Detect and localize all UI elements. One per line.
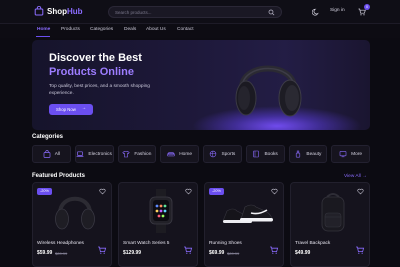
- view-all-label: View All: [344, 174, 361, 179]
- product-card[interactable]: Travel Backpack $49.99: [290, 182, 370, 267]
- shop-now-button[interactable]: Shop Now →: [49, 104, 93, 115]
- logo-text-part2: Hub: [67, 6, 83, 16]
- arrow-right-icon: →: [362, 174, 367, 179]
- category-label: Books: [264, 151, 278, 157]
- nav-item-categories[interactable]: Categories: [90, 27, 113, 32]
- product-old-price: $89.99: [55, 250, 68, 256]
- cart-count-badge: 0: [364, 4, 370, 10]
- logo[interactable]: ShopHub: [34, 6, 83, 16]
- category-list: All Electronics Fashion Home Sports Book…: [32, 145, 370, 163]
- category-all[interactable]: All: [32, 145, 71, 163]
- nav-item-home[interactable]: Home: [37, 27, 50, 32]
- product-name: Smart Watch Series 5: [123, 241, 170, 246]
- nav-item-products[interactable]: Products: [61, 27, 80, 32]
- grid-icon: [339, 151, 347, 158]
- nav-item-contact[interactable]: Contact: [177, 27, 194, 32]
- add-to-cart-icon[interactable]: [269, 245, 279, 255]
- add-to-cart-icon[interactable]: [183, 245, 193, 255]
- category-more[interactable]: More: [331, 145, 370, 163]
- product-price: $59.99: [37, 250, 53, 256]
- hero-banner: Discover the Best Products Online Top qu…: [32, 40, 370, 130]
- product-grid: -20% Wireless Headphones $59.99 $89.99 S…: [32, 182, 370, 267]
- product-name: Wireless Headphones: [37, 241, 84, 246]
- bag-icon: [43, 150, 51, 158]
- sofa-icon: [167, 152, 175, 157]
- nav-item-deals[interactable]: Deals: [124, 27, 136, 32]
- shirt-icon: [122, 150, 130, 158]
- product-price: $129.99: [123, 250, 142, 256]
- add-to-cart-icon[interactable]: [355, 245, 365, 255]
- shop-now-label: Shop Now: [56, 107, 76, 112]
- running-shoes-image: [222, 204, 273, 223]
- category-home[interactable]: Home: [160, 145, 199, 163]
- view-all-link[interactable]: View All →: [344, 174, 367, 179]
- add-to-cart-icon[interactable]: [97, 245, 107, 255]
- category-beauty[interactable]: Beauty: [288, 145, 328, 163]
- category-label: Electronics: [88, 151, 112, 157]
- search-bar: [108, 6, 282, 18]
- laptop-icon: [76, 151, 84, 157]
- headphones-image: [235, 65, 302, 117]
- category-label: Beauty: [306, 151, 322, 157]
- hero-title-line1: Discover the Best: [49, 52, 142, 64]
- hero-title-line2: Products Online: [49, 66, 134, 78]
- product-name: Travel Backpack: [295, 241, 331, 246]
- bottle-icon: [296, 150, 301, 158]
- product-old-price: $89.99: [227, 250, 240, 256]
- arrow-right-icon: →: [81, 105, 86, 110]
- ball-icon: [210, 150, 217, 158]
- nav-item-about-us[interactable]: About Us: [146, 27, 166, 32]
- nav-active-indicator: [36, 36, 50, 37]
- category-label: More: [351, 151, 363, 157]
- category-sports[interactable]: Sports: [203, 145, 242, 163]
- product-card[interactable]: -20% Wireless Headphones $59.99 $89.99: [32, 182, 112, 267]
- main-nav: Home Products Categories Deals About Us …: [0, 24, 400, 38]
- category-label: Sports: [221, 151, 236, 157]
- top-header: ShopHub Sign in 0: [0, 0, 400, 24]
- backpack-image: [321, 193, 345, 232]
- headphones-image: [55, 196, 95, 230]
- search-input[interactable]: [115, 8, 265, 17]
- product-name: Running Shoes: [209, 241, 242, 246]
- category-books[interactable]: Books: [245, 145, 285, 163]
- sign-in-link[interactable]: Sign in: [330, 8, 345, 13]
- smartwatch-image: [149, 189, 173, 233]
- category-label: Home: [179, 151, 193, 157]
- categories-title: Categories: [32, 134, 64, 140]
- hero-subtitle: Top quality, best prices, and a smooth s…: [49, 84, 150, 96]
- product-price: $69.99: [209, 250, 225, 256]
- logo-text-part1: Shop: [47, 6, 67, 16]
- book-icon: [253, 150, 260, 158]
- category-label: All: [54, 151, 61, 157]
- product-card[interactable]: -20% Running Shoes $69.99 $89.99: [204, 182, 284, 267]
- category-electronics[interactable]: Electronics: [74, 145, 114, 163]
- featured-title: Featured Products: [32, 173, 86, 179]
- category-fashion[interactable]: Fashion: [117, 145, 157, 163]
- moon-icon[interactable]: [312, 8, 320, 16]
- search-icon[interactable]: [268, 9, 275, 16]
- logo-text: ShopHub: [47, 7, 83, 16]
- product-card[interactable]: Smart Watch Series 5 $129.99: [118, 182, 198, 267]
- bag-icon: [34, 6, 44, 16]
- product-price: $49.99: [295, 250, 311, 256]
- category-label: Fashion: [134, 151, 152, 157]
